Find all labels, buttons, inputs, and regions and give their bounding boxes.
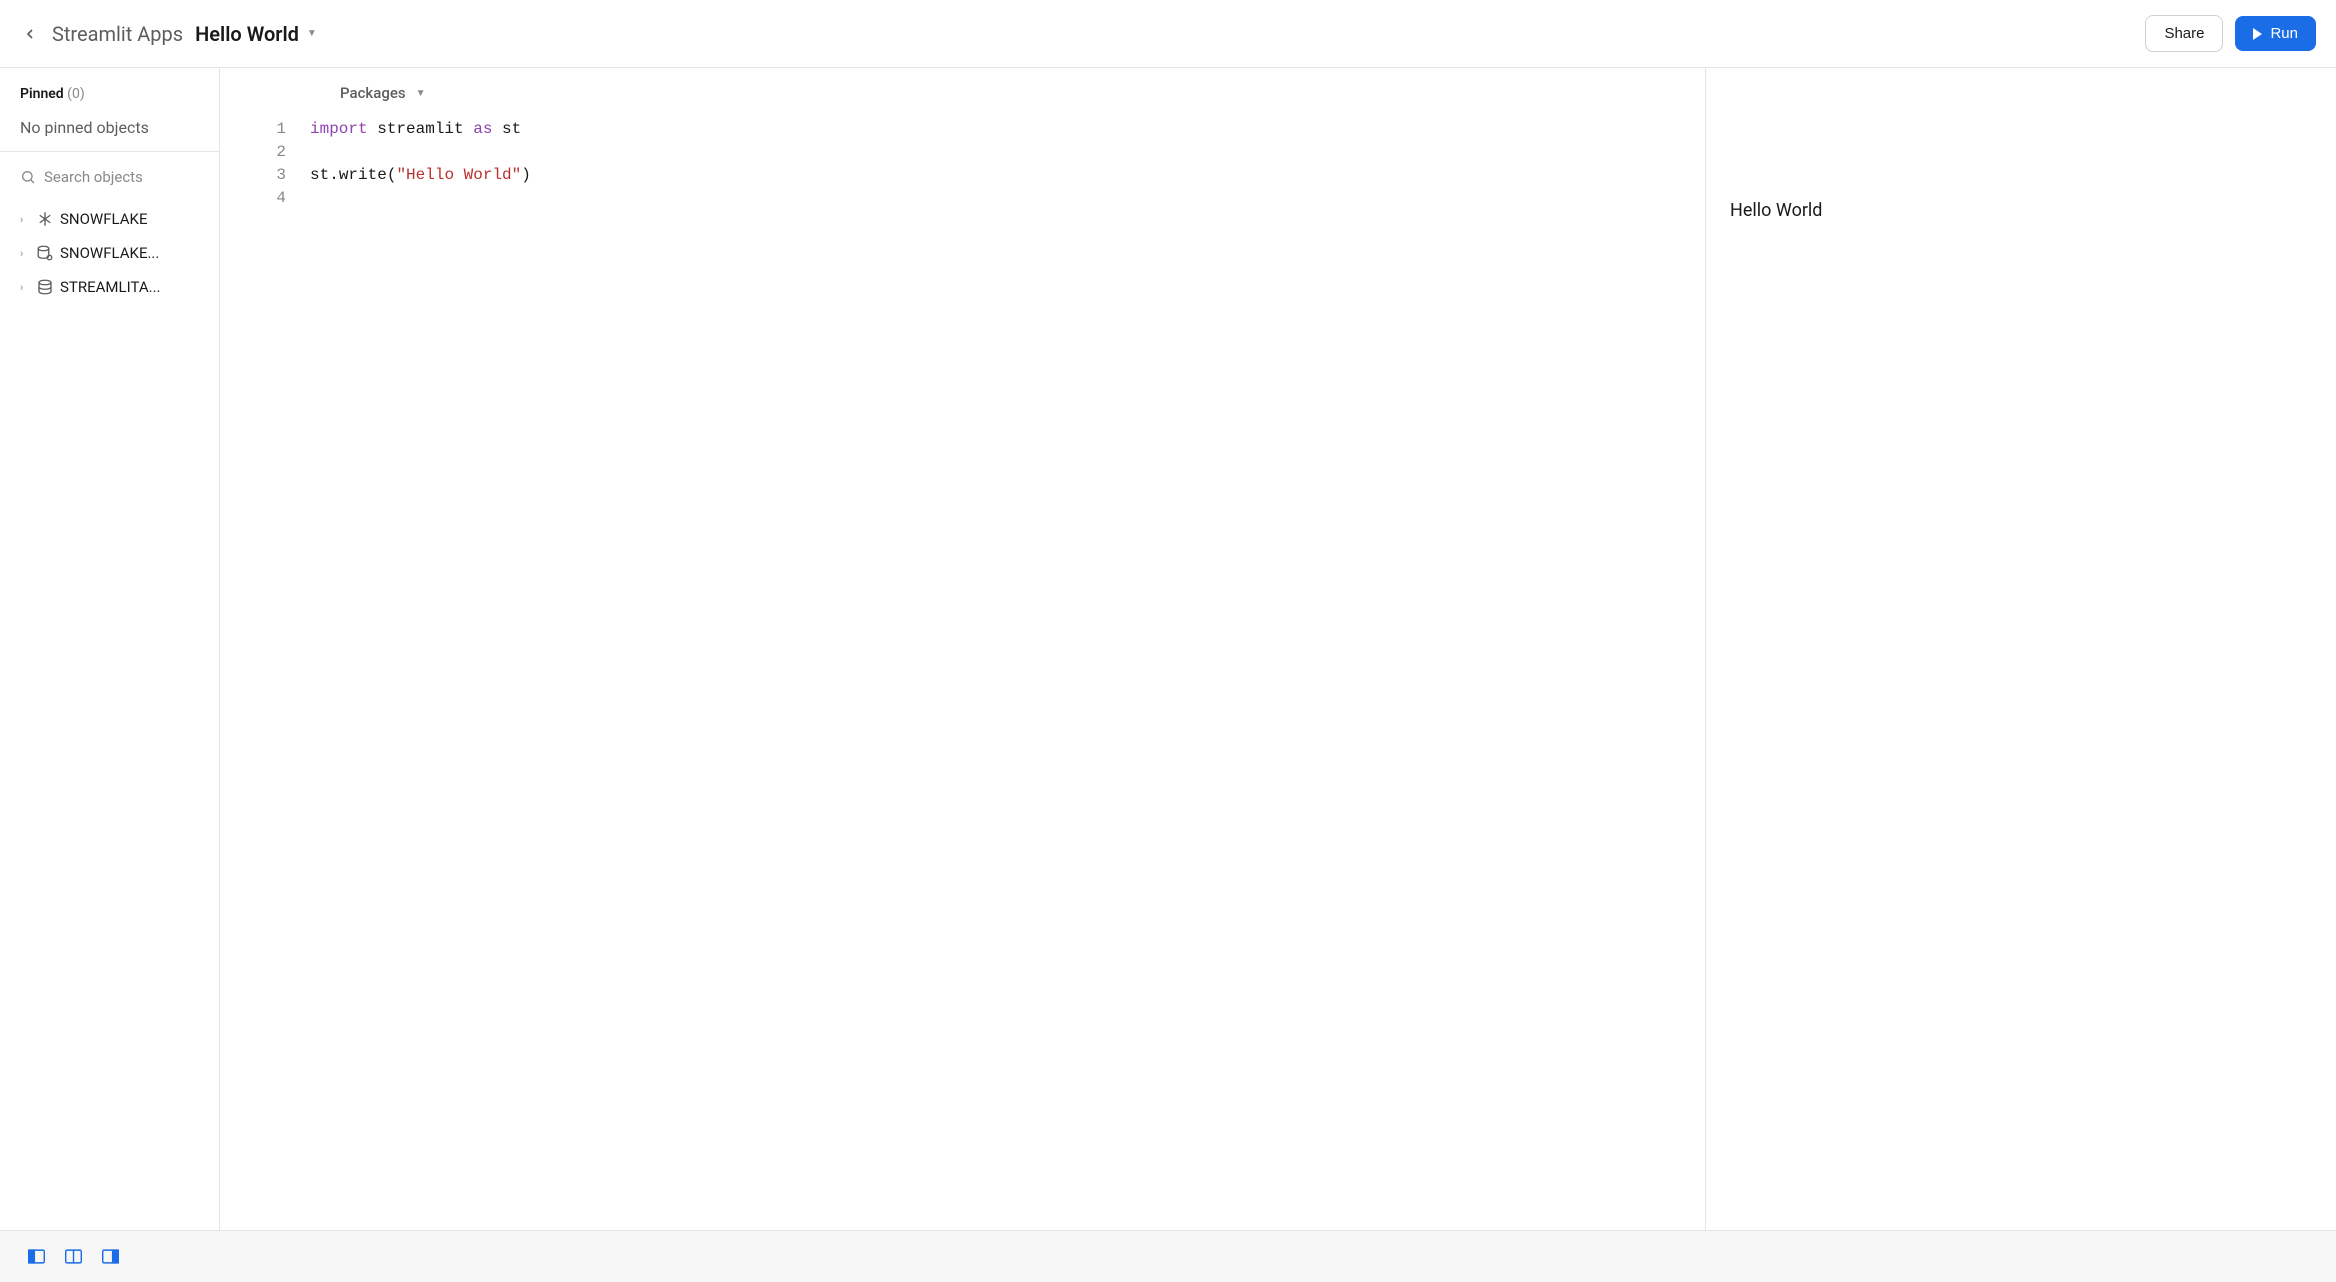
database-icon — [36, 278, 54, 296]
editor-pane: Packages ▼ 1 2 3 4 import streamlit as s… — [220, 68, 1706, 1230]
no-pinned-text: No pinned objects — [20, 118, 199, 137]
pinned-section: Pinned (0) No pinned objects — [0, 68, 219, 152]
tree-item-snowflake[interactable]: › SNOWFLAKE — [12, 202, 207, 236]
breadcrumb-current[interactable]: Hello World ▼ — [195, 22, 317, 46]
share-label: Share — [2164, 25, 2204, 42]
breadcrumb-parent[interactable]: Streamlit Apps — [52, 22, 183, 46]
chevron-down-icon: ▼ — [307, 28, 317, 39]
packages-dropdown[interactable]: Packages ▼ — [340, 84, 425, 102]
tree-label: SNOWFLAKE — [60, 210, 147, 228]
chevron-right-icon: › — [20, 213, 30, 226]
line-number: 2 — [220, 141, 286, 164]
header: Streamlit Apps Hello World ▼ Share Run — [0, 0, 2336, 68]
line-number: 1 — [220, 118, 286, 141]
chevron-right-icon: › — [20, 247, 30, 260]
tree-label: SNOWFLAKE... — [60, 244, 159, 262]
object-tree: › SNOWFLAKE › SNOWFLAKE... › — [0, 202, 219, 316]
tree-item-streamlit[interactable]: › STREAMLITA... — [12, 270, 207, 304]
code-lines: import streamlit as st st.write("Hello W… — [310, 118, 1705, 1230]
back-button[interactable] — [20, 24, 40, 44]
breadcrumb-current-label: Hello World — [195, 22, 299, 46]
line-gutter: 1 2 3 4 — [220, 118, 310, 1230]
editor-toolbar: Packages ▼ — [220, 68, 1705, 118]
snowflake-icon — [36, 210, 54, 228]
pinned-header: Pinned (0) — [20, 86, 199, 102]
search-objects[interactable]: Search objects — [0, 152, 219, 202]
database-special-icon — [36, 244, 54, 262]
content: Pinned (0) No pinned objects Search obje… — [0, 68, 2336, 1230]
search-icon — [20, 169, 36, 185]
play-icon — [2253, 28, 2262, 40]
breadcrumb: Streamlit Apps Hello World ▼ — [20, 22, 2145, 46]
header-actions: Share Run — [2145, 15, 2316, 52]
pinned-count: (0) — [67, 86, 85, 102]
sidebar: Pinned (0) No pinned objects Search obje… — [0, 68, 220, 1230]
chevron-right-icon: › — [20, 281, 30, 294]
chevron-down-icon: ▼ — [416, 88, 426, 99]
code-line-1: import streamlit as st — [310, 118, 1705, 141]
layout-left-icon[interactable] — [28, 1249, 45, 1264]
share-button[interactable]: Share — [2145, 15, 2223, 52]
bottom-toolbar — [0, 1230, 2336, 1282]
code-editor[interactable]: 1 2 3 4 import streamlit as st st.write(… — [220, 118, 1705, 1230]
run-label: Run — [2270, 25, 2298, 42]
pinned-label: Pinned — [20, 86, 64, 102]
preview-pane: Hello World — [1706, 68, 2336, 1230]
line-number: 3 — [220, 164, 286, 187]
line-number: 4 — [220, 187, 286, 210]
layout-split-icon[interactable] — [65, 1249, 82, 1264]
tree-item-snowflake2[interactable]: › SNOWFLAKE... — [12, 236, 207, 270]
packages-label: Packages — [340, 84, 406, 102]
tree-label: STREAMLITA... — [60, 278, 160, 296]
code-line-2 — [310, 141, 1705, 164]
preview-output: Hello World — [1730, 200, 2312, 221]
search-placeholder: Search objects — [44, 168, 143, 186]
code-line-4 — [310, 187, 1705, 210]
code-line-3: st.write("Hello World") — [310, 164, 1705, 187]
run-button[interactable]: Run — [2235, 16, 2316, 51]
layout-right-icon[interactable] — [102, 1249, 119, 1264]
